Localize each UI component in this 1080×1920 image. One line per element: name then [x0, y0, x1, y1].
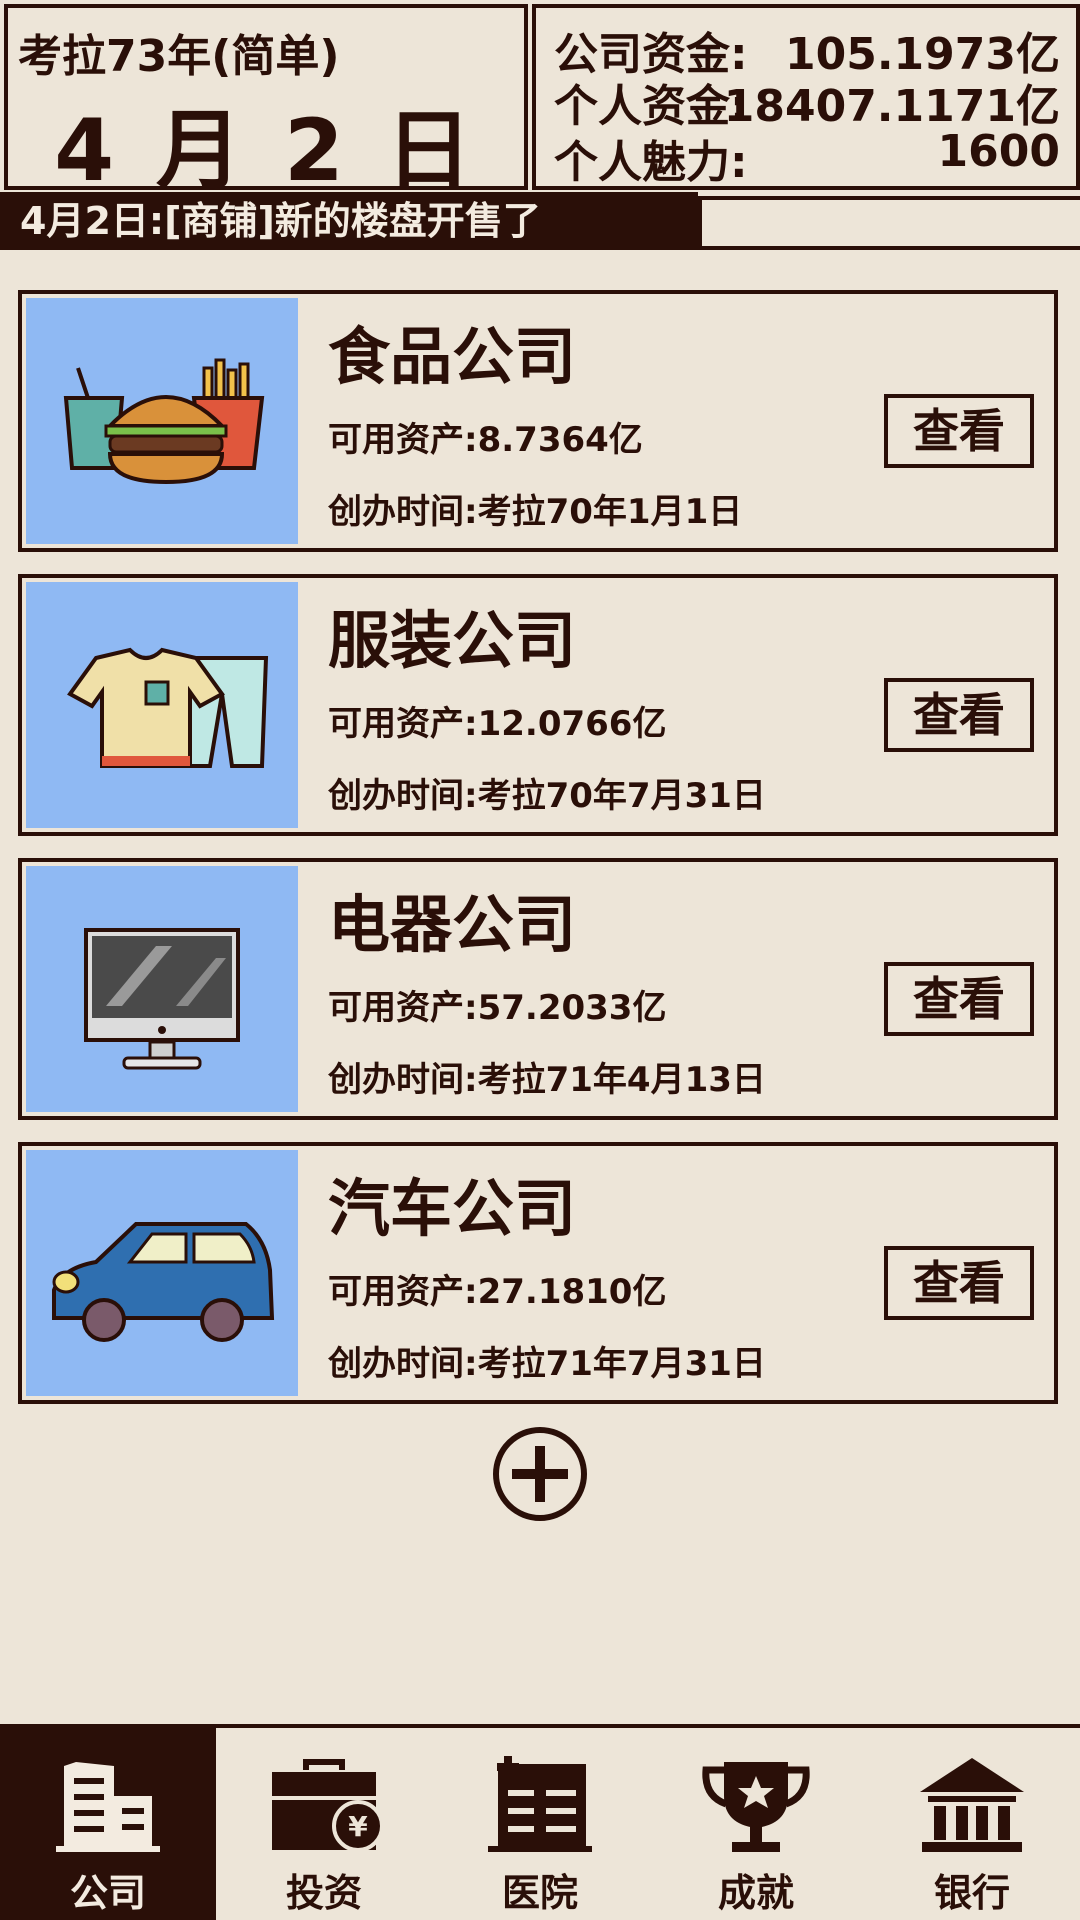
nav-label: 公司 [69, 1871, 146, 1915]
company-funds: 公司资金: 105.1973亿 [554, 18, 1060, 80]
nav-label: 银行 [933, 1871, 1010, 1915]
personal-charm-label: 个人魅力: [554, 137, 748, 188]
company-card-clothing[interactable]: 服装公司 可用资产:12.0766亿 创办时间:考拉70年7月31日 查看 [18, 574, 1058, 836]
bank-icon [920, 1758, 1024, 1852]
burger-fries-icon [26, 298, 298, 544]
plus-circle-icon [493, 1427, 587, 1521]
briefcase-yen-icon: ¥ [272, 1759, 380, 1852]
company-name: 汽车公司 [328, 1172, 577, 1245]
personal-funds-value: 18407.1171亿 [723, 81, 1060, 132]
company-assets: 可用资产:27.1810亿 [328, 1272, 667, 1312]
personal-funds-label: 个人资金: [554, 81, 748, 132]
nav-label: 投资 [285, 1871, 362, 1915]
clothes-icon [26, 582, 298, 828]
car-icon [26, 1150, 298, 1396]
nav-tab-hospital[interactable]: 医院 [432, 1728, 648, 1920]
company-name: 食品公司 [328, 320, 577, 393]
hospital-icon [488, 1756, 592, 1852]
nav-tab-company[interactable]: 公司 [0, 1728, 216, 1920]
view-button[interactable]: 查看 [884, 962, 1034, 1036]
company-card-auto[interactable]: 汽车公司 可用资产:27.1810亿 创办时间:考拉71年7月31日 查看 [18, 1142, 1058, 1404]
view-button[interactable]: 查看 [884, 678, 1034, 752]
company-card-electronics[interactable]: 电器公司 可用资产:57.2033亿 创办时间:考拉71年4月13日 查看 [18, 858, 1058, 1120]
company-founded: 创办时间:考拉71年4月13日 [328, 1060, 766, 1100]
add-company-button[interactable] [492, 1426, 588, 1522]
company-assets: 可用资产:8.7364亿 [328, 420, 643, 460]
news-ticker: 4月2日:[商铺]新的楼盘开售了 [0, 192, 698, 250]
personal-funds: 个人资金: 18407.1171亿 [554, 70, 1060, 132]
company-founded: 创办时间:考拉70年7月31日 [328, 776, 766, 816]
company-assets: 可用资产:57.2033亿 [328, 988, 667, 1028]
nav-tab-invest[interactable]: ¥ 投资 [216, 1728, 432, 1920]
nav-tab-achievements[interactable]: 成就 [648, 1728, 864, 1920]
nav-label: 成就 [717, 1871, 794, 1915]
company-founded: 创办时间:考拉71年7月31日 [328, 1344, 766, 1384]
ticker-divider [698, 196, 1080, 250]
bottom-nav: 公司 ¥ 投资 医院 成就 银行 [0, 1724, 1080, 1920]
company-assets: 可用资产:12.0766亿 [328, 704, 667, 744]
trophy-icon [702, 1762, 810, 1852]
monitor-icon [26, 866, 298, 1112]
funds-panel: 公司资金: 105.1973亿 个人资金: 18407.1171亿 个人魅力: … [532, 4, 1080, 190]
company-card-food[interactable]: 食品公司 可用资产:8.7364亿 创办时间:考拉70年1月1日 查看 [18, 290, 1058, 552]
personal-charm-value: 1600 [937, 126, 1060, 177]
game-year: 考拉73年(简单) [18, 31, 340, 82]
nav-tab-bank[interactable]: 银行 [864, 1728, 1080, 1920]
company-name: 电器公司 [328, 888, 577, 961]
personal-charm: 个人魅力: 1600 [554, 126, 1060, 188]
current-date: 4 月 2 日 [54, 101, 478, 201]
view-button[interactable]: 查看 [884, 394, 1034, 468]
view-button[interactable]: 查看 [884, 1246, 1034, 1320]
svg-text:¥: ¥ [348, 1810, 368, 1843]
company-name: 服装公司 [328, 604, 577, 677]
company-founded: 创办时间:考拉70年1月1日 [328, 492, 743, 532]
building-icon [56, 1762, 160, 1852]
nav-label: 医院 [501, 1871, 578, 1915]
date-panel: 考拉73年(简单) 4 月 2 日 [4, 4, 528, 201]
